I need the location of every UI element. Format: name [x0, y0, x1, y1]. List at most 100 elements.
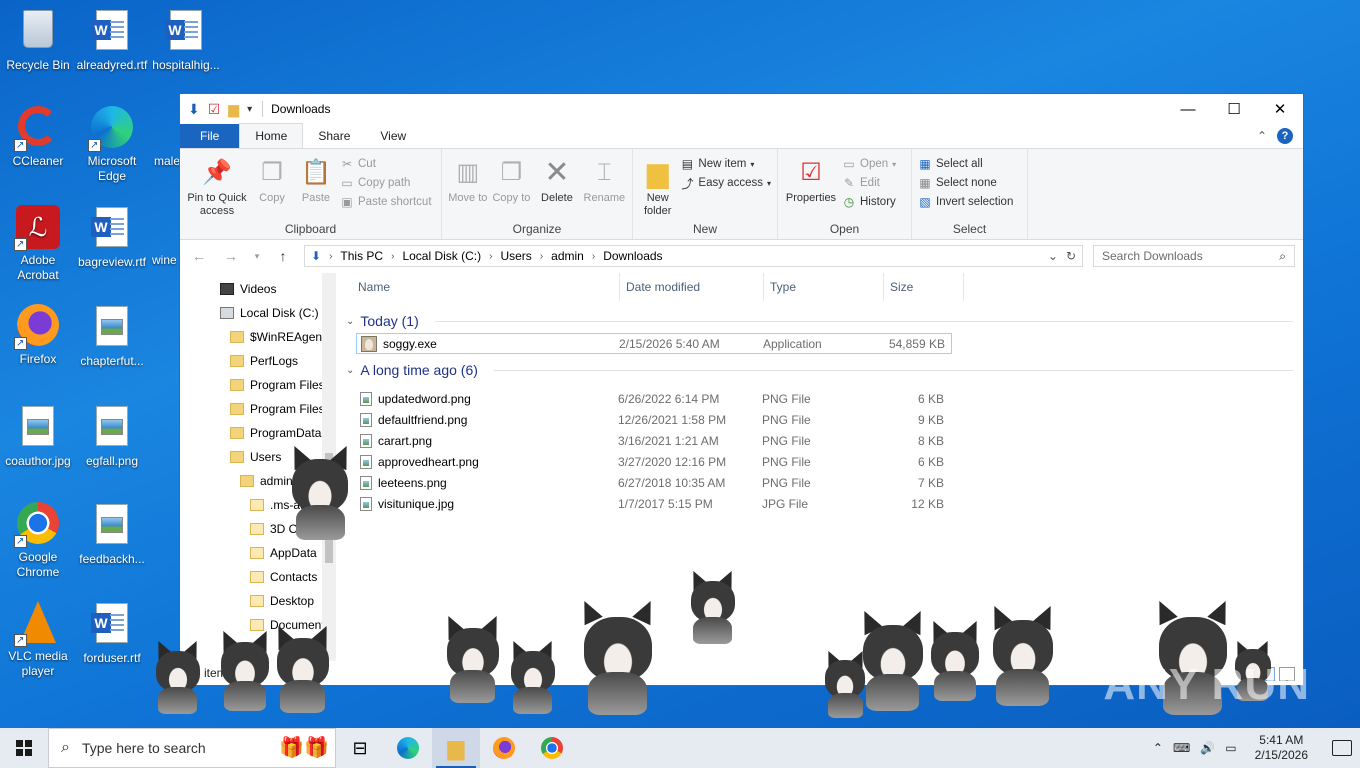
nav-item[interactable]: PerfLogs [180, 349, 336, 373]
desktop-icon-egfall[interactable]: egfall.png [74, 404, 150, 469]
desktop-icon-chrome[interactable]: Google Chrome [0, 502, 76, 580]
desktop-icon-male[interactable]: male [148, 106, 180, 169]
nav-scrollbar[interactable] [322, 273, 336, 661]
nav-item[interactable]: admin [180, 469, 336, 493]
desktop-icon-wine[interactable]: wine [148, 205, 180, 268]
properties-check-icon[interactable]: ☑ [208, 101, 221, 118]
nav-item[interactable]: Users [180, 445, 336, 469]
cut-button[interactable]: ✂ Cut [340, 157, 432, 171]
select-none-button[interactable]: ▦ Select none [918, 176, 1013, 190]
nav-item[interactable]: Contacts [180, 565, 336, 589]
nav-item[interactable]: ProgramData [180, 421, 336, 445]
notification-icon[interactable] [1332, 740, 1352, 756]
taskbar-firefox[interactable] [480, 728, 528, 768]
column-date-modified[interactable]: Date modified [620, 273, 764, 301]
table-row[interactable]: updatedword.png 6/26/2022 6:14 PM PNG File… [356, 388, 952, 409]
file-group-header[interactable]: ⌄ Today (1) [336, 309, 1303, 333]
task-view-button[interactable]: ⊟ [336, 728, 384, 768]
breadcrumb-local-disk[interactable]: Local Disk (C:) [402, 249, 481, 263]
tab-file[interactable]: File [180, 124, 240, 148]
chevron-up-icon[interactable]: ⌃ [1153, 741, 1163, 755]
network-icon[interactable]: ⌨ [1173, 741, 1190, 755]
file-group-header[interactable]: ⌄ A long time ago (6) [336, 358, 1303, 382]
desktop-icon-hospitalhig[interactable]: hospitalhig... [148, 8, 224, 73]
nav-item[interactable]: Videos [180, 277, 336, 301]
desktop-icon-acrobat[interactable]: ℒ Adobe Acrobat [0, 205, 76, 283]
file-size: 7 KB [917, 475, 944, 490]
nav-item[interactable]: $WinREAgent [180, 325, 336, 349]
history-button[interactable]: ◷ History [842, 195, 896, 209]
nav-item[interactable]: Program Files [180, 397, 336, 421]
desktop-icon-forduser[interactable]: forduser.rtf [74, 601, 150, 666]
desktop-icon-bagreview[interactable]: bagreview.rtf [74, 205, 150, 270]
breadcrumb-admin[interactable]: admin [551, 249, 584, 263]
taskbar-file-explorer[interactable]: ▆ [432, 728, 480, 768]
table-row[interactable]: visitunique.jpg 1/7/2017 5:15 PM JPG File 1… [356, 493, 952, 514]
invert-selection-button[interactable]: ▧ Invert selection [918, 195, 1013, 209]
taskbar-chrome[interactable] [528, 728, 576, 768]
volume-icon[interactable]: 🔊 [1200, 741, 1215, 755]
refresh-icon[interactable]: ↻ [1066, 249, 1076, 263]
desktop-icon-feedbackh[interactable]: feedbackh... [74, 502, 150, 567]
table-row[interactable]: carart.png 3/16/2021 1:21 AM PNG File 8 KB [356, 430, 952, 451]
select-all-button[interactable]: ▦ Select all [918, 157, 1013, 171]
tab-view[interactable]: View [365, 124, 421, 148]
clock[interactable]: 5:41 AM 2/15/2026 [1247, 733, 1316, 763]
search-input[interactable]: Search Downloads [1102, 249, 1203, 263]
collapse-ribbon-icon[interactable]: ⌃ [1257, 129, 1267, 143]
table-row[interactable]: soggy.exe 2/15/2026 5:40 AM Application 54,… [356, 333, 952, 354]
desktop-icon-edge[interactable]: Microsoft Edge [74, 106, 150, 184]
desktop-icon-firefox[interactable]: Firefox [0, 304, 76, 367]
table-row[interactable]: defaultfriend.png 12/26/2021 1:58 PM PNG F… [356, 409, 952, 430]
nav-item[interactable]: Document [180, 613, 336, 637]
column-size[interactable]: Size [884, 273, 964, 301]
breadcrumb-downloads[interactable]: Downloads [603, 249, 662, 263]
edit-button[interactable]: ✎ Edit [842, 176, 896, 190]
nav-item[interactable]: AppData [180, 541, 336, 565]
up-arrow-icon[interactable]: ↑ [272, 248, 294, 264]
down-arrow-icon[interactable]: ⬇ [188, 101, 200, 118]
desktop-icon-chapterfut[interactable]: chapterfut... [74, 304, 150, 369]
maximize-button[interactable]: ☐ [1211, 94, 1257, 124]
forward-arrow-icon[interactable]: → [220, 248, 242, 264]
column-name[interactable]: Name [358, 273, 620, 301]
breadcrumb-this-pc[interactable]: This PC [340, 249, 383, 263]
tab-home[interactable]: Home [239, 123, 304, 148]
minimize-button[interactable]: — [1165, 94, 1211, 124]
search-box[interactable]: Search Downloads ⌕ [1093, 245, 1295, 267]
taskbar-edge[interactable] [384, 728, 432, 768]
back-arrow-icon[interactable]: ← [188, 248, 210, 264]
desktop-icon-alreadyred[interactable]: alreadyred.rtf [74, 8, 150, 73]
breadcrumb-users[interactable]: Users [500, 249, 531, 263]
open-button[interactable]: ▭ Open ▾ [842, 157, 896, 171]
table-row[interactable]: leeteens.png 6/27/2018 10:35 AM PNG File 7 … [356, 472, 952, 493]
close-button[interactable]: ✕ [1257, 94, 1303, 124]
folder-icon[interactable]: ▆ [228, 101, 239, 118]
desktop-icon-ccleaner[interactable]: CCleaner [0, 106, 76, 169]
nav-item[interactable]: Local Disk (C:) [180, 301, 336, 325]
table-row[interactable]: approvedheart.png 3/27/2020 12:16 PM PNG F… [356, 451, 952, 472]
help-icon[interactable]: ? [1277, 128, 1293, 144]
nav-item[interactable]: .ms-ad [180, 493, 336, 517]
desktop-icon-recycle-bin[interactable]: Recycle Bin [0, 8, 76, 73]
recent-dropdown-icon[interactable]: ▾ [252, 251, 262, 262]
desktop-icon-coauthor[interactable]: coauthor.jpg [0, 404, 76, 469]
copy-path-button[interactable]: ▭ Copy path [340, 176, 432, 190]
desktop-icon-vlc[interactable]: VLC media player [0, 601, 76, 679]
address-dropdown-icon[interactable]: ⌄ [1048, 249, 1058, 263]
start-button[interactable] [0, 728, 48, 768]
taskbar-search-input[interactable]: Type here to search [82, 740, 206, 756]
taskbar-search[interactable]: ⌕ Type here to search 🎁🎁 [48, 728, 336, 768]
nav-item[interactable]: 3D Ob [180, 517, 336, 541]
customize-dropdown-icon[interactable]: ▾ [247, 104, 252, 115]
new-item-button[interactable]: ▤ New item ▾ [680, 157, 771, 171]
address-bar[interactable]: ⬇ › This PC › Local Disk (C:) › Users › … [304, 245, 1083, 267]
nav-item[interactable]: Desktop [180, 589, 336, 613]
nav-item[interactable]: Program Files [180, 373, 336, 397]
easy-access-button[interactable]: ⤴ Easy access ▾ [680, 176, 771, 191]
tab-share[interactable]: Share [303, 124, 365, 148]
edge-icon [88, 106, 134, 153]
language-icon[interactable]: ▭ [1225, 741, 1236, 755]
column-type[interactable]: Type [764, 273, 884, 301]
paste-shortcut-button[interactable]: ▣ Paste shortcut [340, 195, 431, 209]
